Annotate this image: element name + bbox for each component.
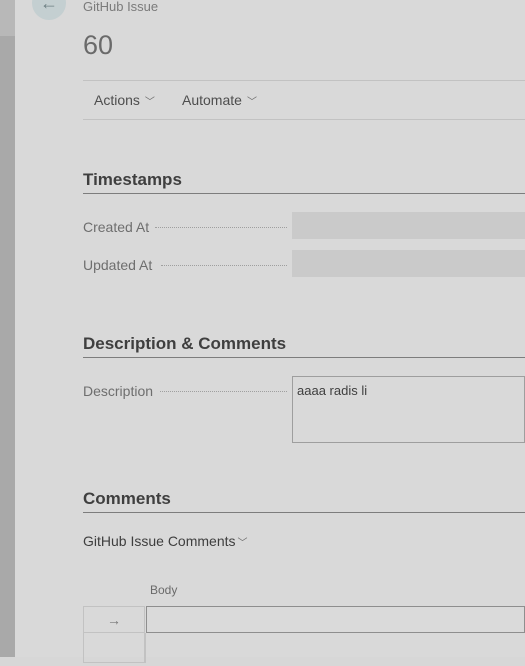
comments-section-title[interactable]: Comments bbox=[83, 489, 171, 509]
action-bar-top-divider bbox=[83, 80, 525, 81]
action-bar-bottom-divider bbox=[83, 119, 525, 120]
table-row-body-cell[interactable] bbox=[146, 606, 525, 633]
comments-grid: → bbox=[83, 606, 525, 666]
left-navigation-strip bbox=[0, 0, 15, 657]
arrow-right-icon: → bbox=[107, 611, 121, 628]
updated-at-field[interactable] bbox=[292, 250, 525, 277]
chevron-down-icon: ﹀ bbox=[144, 96, 155, 108]
description-field[interactable]: aaaa radis li bbox=[292, 376, 525, 443]
entity-type-caption: GitHub Issue bbox=[83, 0, 159, 14]
left-strip-top bbox=[0, 0, 15, 36]
comments-subpage-menu[interactable]: GitHub Issue Comments ﹀ bbox=[83, 533, 248, 549]
description-label: Description bbox=[83, 383, 154, 399]
chevron-down-icon: ﹀ bbox=[246, 96, 257, 108]
row-indicator[interactable]: → bbox=[83, 606, 145, 633]
description-leader-dots bbox=[160, 391, 287, 393]
created-at-leader-dots bbox=[155, 227, 287, 229]
chevron-down-icon: ﹀ bbox=[237, 537, 248, 549]
page-title: 60 bbox=[83, 30, 114, 60]
row-indicator-empty bbox=[83, 633, 145, 663]
updated-at-label: Updated At bbox=[83, 257, 153, 273]
comments-subpage-label: GitHub Issue Comments bbox=[83, 533, 236, 549]
comments-section-divider bbox=[83, 512, 525, 513]
description-comments-section-title[interactable]: Description & Comments bbox=[83, 334, 286, 354]
automate-menu-label: Automate bbox=[182, 92, 242, 108]
updated-at-leader-dots bbox=[161, 265, 287, 267]
actions-menu-label: Actions bbox=[94, 92, 140, 108]
timestamps-section-divider bbox=[83, 193, 525, 194]
table-row-empty bbox=[145, 633, 525, 663]
page-panel bbox=[15, 0, 525, 657]
automate-menu-button[interactable]: Automate ﹀ bbox=[182, 92, 257, 108]
actions-menu-button[interactable]: Actions ﹀ bbox=[94, 92, 155, 108]
description-section-divider bbox=[83, 357, 525, 358]
created-at-field[interactable] bbox=[292, 212, 525, 239]
created-at-label: Created At bbox=[83, 219, 150, 235]
column-header-body[interactable]: Body bbox=[150, 583, 177, 597]
timestamps-section-title[interactable]: Timestamps bbox=[83, 170, 182, 190]
arrow-left-icon: ← bbox=[40, 0, 58, 13]
